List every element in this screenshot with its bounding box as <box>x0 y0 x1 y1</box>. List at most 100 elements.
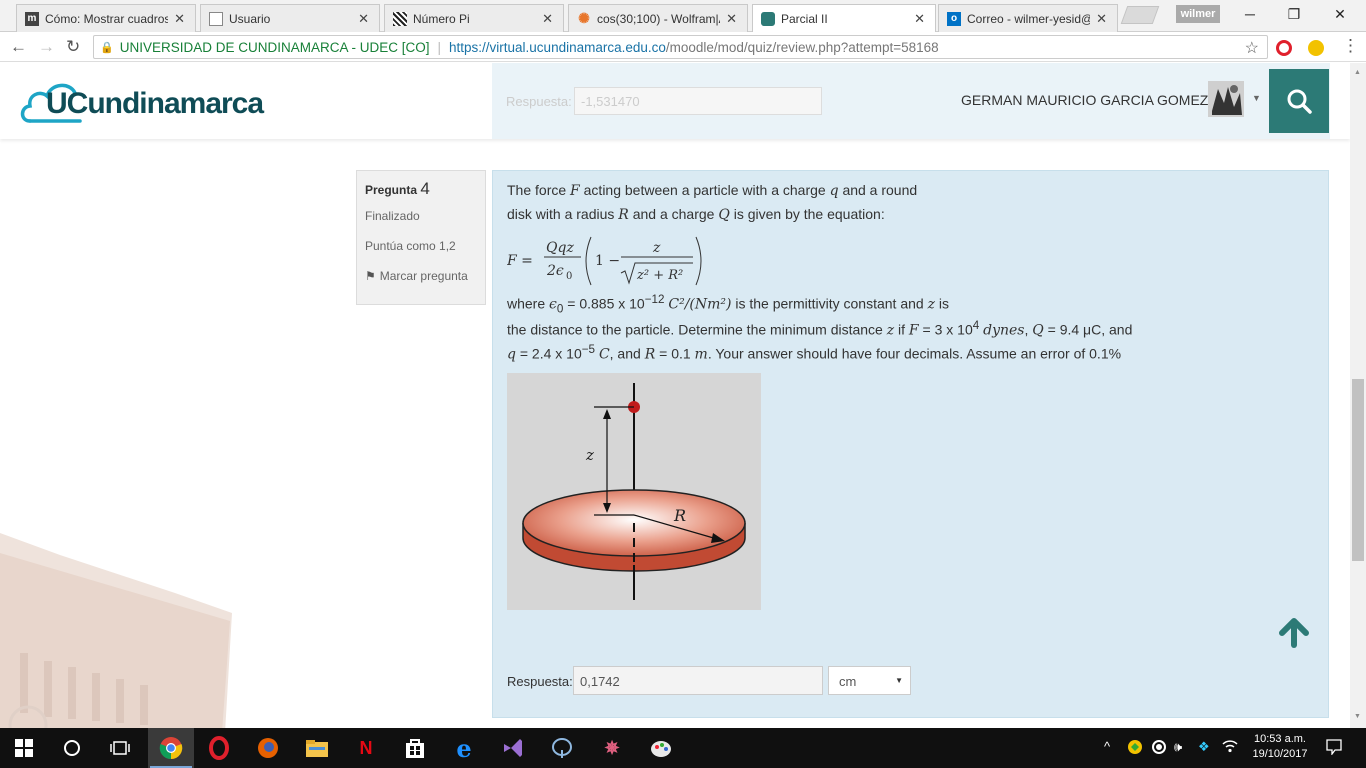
close-window-icon[interactable]: ✕ <box>1318 0 1362 28</box>
R-label: R <box>673 506 686 525</box>
store-icon[interactable] <box>401 734 429 762</box>
unit-select-value: cm <box>839 674 857 689</box>
omnibox[interactable]: 🔒 UNIVERSIDAD DE CUNDINAMARCA - UDEC [CO… <box>93 35 1268 59</box>
cortana-search-icon[interactable] <box>58 734 86 762</box>
netflix-icon[interactable]: N <box>352 734 380 762</box>
new-tab-button[interactable] <box>1120 6 1160 24</box>
visual-studio-icon[interactable] <box>499 734 527 762</box>
tray-record-icon[interactable] <box>1151 739 1167 758</box>
close-icon[interactable]: ✕ <box>1096 11 1107 27</box>
scrollbar-thumb[interactable] <box>1352 379 1364 561</box>
unit-select[interactable]: cm ▼ <box>828 666 911 695</box>
back-arrow-icon[interactable]: ← <box>10 37 27 57</box>
reload-icon[interactable]: ↻ <box>66 37 80 57</box>
tab-title: Parcial II <box>781 11 828 26</box>
svg-text:z² + R²: z² + R² <box>636 268 683 283</box>
question-text-line-1: The force F acting between a particle wi… <box>507 182 918 199</box>
dropdown-arrow-icon: ▼ <box>895 676 903 685</box>
avatar[interactable] <box>1208 81 1244 117</box>
extension-icon[interactable] <box>1308 40 1324 56</box>
clock-time: 10:53 a.m. <box>1254 733 1306 745</box>
question-info-panel: Pregunta 4 Finalizado Puntúa como 1,2 ⚑ … <box>356 170 486 305</box>
opera-extension-icon[interactable] <box>1276 40 1292 56</box>
profile-button[interactable]: wilmer <box>1176 5 1220 23</box>
show-hidden-icons-chevron-icon[interactable]: ^ <box>1104 739 1110 754</box>
tray-app-icon[interactable] <box>1127 739 1143 758</box>
firefox-icon[interactable] <box>254 734 282 762</box>
volume-icon[interactable]: 🕪 <box>1174 739 1182 755</box>
flag-icon: ⚑ <box>365 269 376 283</box>
question-state: Finalizado <box>365 209 420 223</box>
question-text-line-4: the distance to the particle. Determine … <box>507 319 1133 339</box>
tab-title: cos(30;100) - Wolfram|A <box>597 11 721 26</box>
opera-icon[interactable] <box>205 734 233 762</box>
ucundinamarca-logo[interactable]: UCundinamarca <box>20 77 264 129</box>
page-viewport: Respuesta: -1,531470 UCundinamarca GERMA… <box>0 63 1350 728</box>
app-gear-icon[interactable]: ✵ <box>598 734 626 762</box>
wifi-icon[interactable] <box>1222 739 1238 756</box>
close-icon[interactable]: ✕ <box>358 11 369 27</box>
scroll-up-arrow-icon[interactable]: ▲ <box>1354 69 1361 76</box>
question-text-line-2: disk with a radius R and a charge Q is g… <box>507 206 885 223</box>
tab-como-mostrar[interactable]: m Cómo: Mostrar cuadros ✕ <box>16 4 196 32</box>
address-toolbar: ← → ↻ 🔒 UNIVERSIDAD DE CUNDINAMARCA - UD… <box>0 32 1366 62</box>
close-icon[interactable]: ✕ <box>542 11 553 27</box>
close-icon[interactable]: ✕ <box>914 11 925 27</box>
clock-date: 19/10/2017 <box>1252 748 1308 760</box>
edge-icon[interactable]: e <box>450 734 478 763</box>
tab-correo[interactable]: o Correo - wilmer-yesid@ ✕ <box>938 4 1118 32</box>
bookmark-star-icon[interactable]: ☆ <box>1245 38 1259 58</box>
tab-title: Número Pi <box>413 11 470 26</box>
svg-text:1 −: 1 − <box>595 253 620 269</box>
url-host: https://virtual.ucundinamarca.edu.co <box>449 39 666 55</box>
question-number: Pregunta 4 <box>365 179 477 199</box>
site-header: Respuesta: -1,531470 UCundinamarca GERMA… <box>0 63 1350 139</box>
omnibox-separator: | <box>437 39 442 55</box>
scroll-down-arrow-icon[interactable]: ▼ <box>1354 713 1361 720</box>
moodle-favicon-icon: m <box>25 11 39 26</box>
notifications-icon[interactable] <box>1326 739 1342 758</box>
flag-question-label: Marcar pregunta <box>379 269 468 283</box>
wolfram-icon: ✺ <box>578 10 590 26</box>
lock-icon: 🔒 <box>100 41 114 54</box>
browser-tab-strip: m Cómo: Mostrar cuadros ✕ Usuario ✕ Núme… <box>0 0 1366 32</box>
svg-text:z: z <box>652 240 661 256</box>
arrow-up-icon[interactable] <box>1278 617 1310 649</box>
menu-kebab-icon[interactable]: ⋮ <box>1342 36 1359 56</box>
search-button[interactable] <box>1269 69 1329 133</box>
tab-title: Usuario <box>229 11 271 26</box>
user-menu-name[interactable]: GERMAN MAURICIO GARCIA GOMEZ <box>961 92 1208 108</box>
background-building-image <box>0 533 232 728</box>
close-icon[interactable]: ✕ <box>174 11 185 27</box>
logo-wordmark: UCundinamarca <box>46 87 264 120</box>
question-number-value: 4 <box>420 179 430 198</box>
tab-numero-pi[interactable]: Número Pi ✕ <box>384 4 564 32</box>
charged-disk-figure: z R <box>507 373 761 610</box>
chrome-icon[interactable] <box>157 734 185 762</box>
file-explorer-icon[interactable] <box>303 734 331 762</box>
restore-icon[interactable]: ❐ <box>1272 0 1316 28</box>
paint-icon[interactable] <box>647 734 675 762</box>
system-clock[interactable]: 10:53 a.m. 19/10/2017 <box>1248 732 1312 762</box>
postgresql-icon[interactable] <box>548 734 576 762</box>
windows-start-icon[interactable] <box>10 734 38 762</box>
close-icon[interactable]: ✕ <box>726 11 737 27</box>
dropbox-icon[interactable]: ❖ <box>1198 739 1210 755</box>
flag-question-link[interactable]: ⚑ Marcar pregunta <box>365 269 477 283</box>
forward-arrow-icon[interactable]: → <box>38 37 55 57</box>
site-identity: UNIVERSIDAD DE CUNDINAMARCA - UDEC [CO] <box>119 39 430 55</box>
task-view-icon[interactable] <box>106 734 134 762</box>
page-scrollbar[interactable]: ▲ ▼ <box>1350 63 1366 728</box>
qr-favicon-icon <box>393 11 407 26</box>
minimize-icon[interactable]: ─ <box>1228 0 1272 28</box>
z-label: z <box>585 446 594 464</box>
question-content: The force F acting between a particle wi… <box>492 170 1329 718</box>
question-text-line-3: where ϵ0 = 0.885 x 10−12 C²/(Nm²) is the… <box>507 293 949 316</box>
tab-parcial-ii[interactable]: Parcial II ✕ <box>752 4 936 32</box>
tab-wolfram[interactable]: ✺ cos(30;100) - Wolfram|A ✕ <box>568 4 748 32</box>
previous-answer-label: Respuesta: <box>506 94 572 109</box>
url-path: /moodle/mod/quiz/review.php?attempt=5816… <box>665 39 939 55</box>
answer-input[interactable]: 0,1742 <box>573 666 823 695</box>
tab-usuario[interactable]: Usuario ✕ <box>200 4 380 32</box>
chevron-down-icon[interactable]: ▼ <box>1252 93 1261 103</box>
